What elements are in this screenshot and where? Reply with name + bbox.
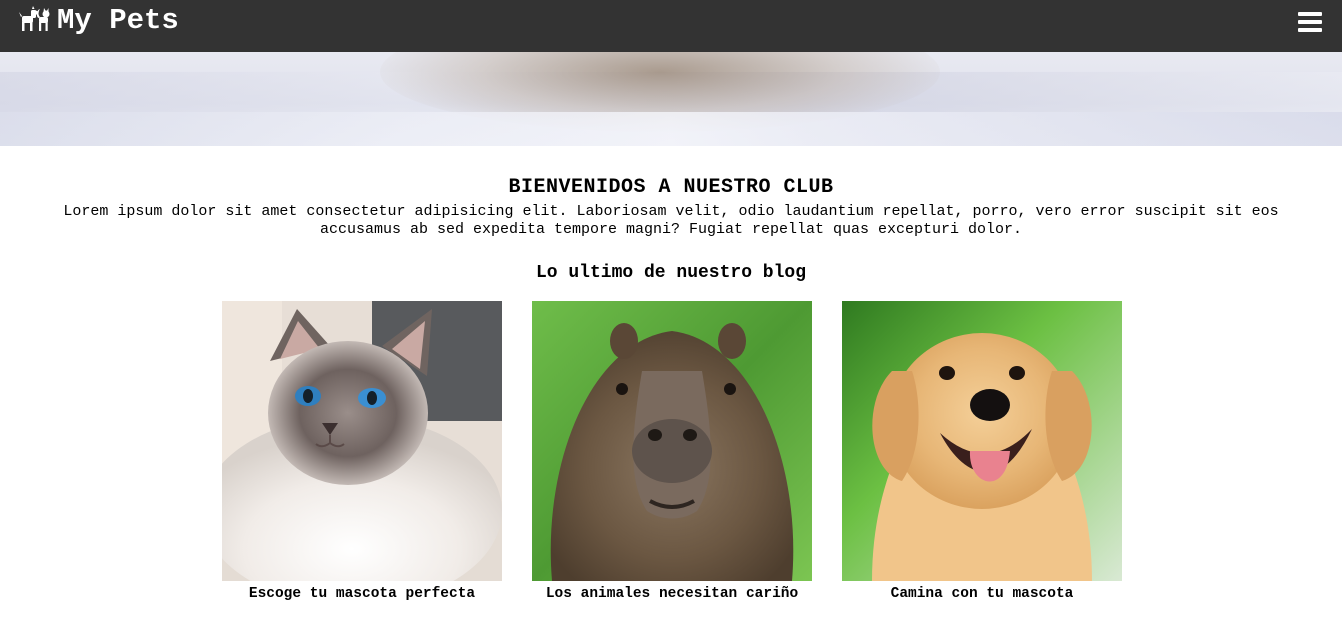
hero-banner bbox=[0, 52, 1342, 146]
navbar: My Pets bbox=[0, 0, 1342, 52]
hamburger-menu-icon[interactable] bbox=[1298, 12, 1322, 34]
blog-card-caption[interactable]: Camina con tu mascota bbox=[842, 586, 1122, 602]
welcome-text: Lorem ipsum dolor sit amet consectetur a… bbox=[63, 203, 1279, 238]
blog-card-caption[interactable]: Los animales necesitan cariño bbox=[532, 586, 812, 602]
blog-card-cat[interactable]: Escoge tu mascota perfecta bbox=[222, 301, 502, 602]
blog-card-capybara[interactable]: Los animales necesitan cariño bbox=[532, 301, 812, 602]
pets-icon bbox=[19, 6, 50, 31]
dog-photo[interactable] bbox=[842, 301, 1122, 581]
cat-photo[interactable] bbox=[222, 301, 502, 581]
brand-title: My Pets bbox=[57, 3, 179, 37]
welcome-title: BIENVENIDOS A NUESTRO CLUB bbox=[508, 176, 834, 199]
capybara-photo[interactable] bbox=[532, 301, 812, 581]
blog-section-title: Lo ultimo de nuestro blog bbox=[535, 263, 807, 283]
brand-link[interactable]: My Pets bbox=[19, 3, 179, 37]
blog-card-dog[interactable]: Camina con tu mascota bbox=[842, 301, 1122, 602]
blog-card-caption[interactable]: Escoge tu mascota perfecta bbox=[222, 586, 502, 602]
